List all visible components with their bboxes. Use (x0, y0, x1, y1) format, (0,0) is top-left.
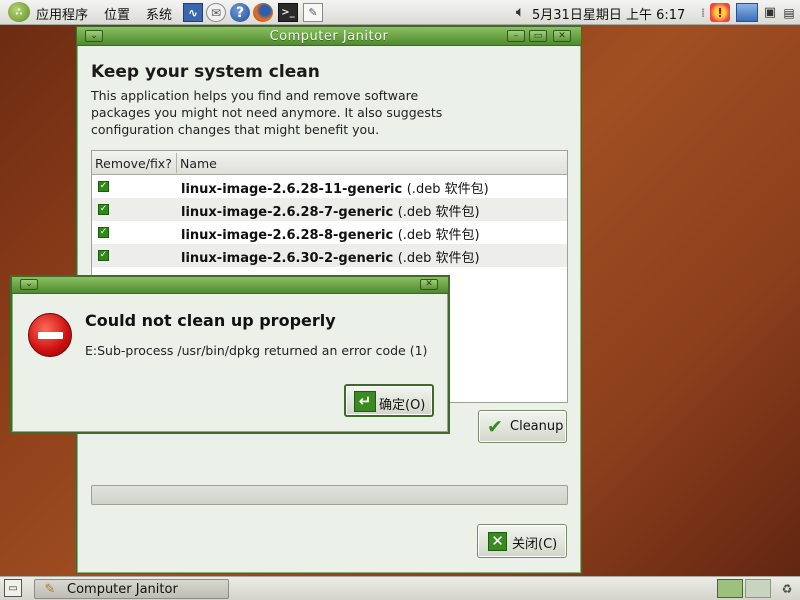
taskbar-label: Computer Janitor (67, 582, 178, 597)
package-type: (.deb 软件包) (397, 205, 480, 220)
package-name: linux-image-2.6.28-11-generic (.deb 软件包) (181, 182, 489, 197)
package-type: (.deb 软件包) (397, 228, 480, 243)
maximize-icon: ▭ (533, 30, 543, 41)
cleanup-button[interactable]: ✔ Cleanup (478, 410, 567, 443)
top-panel: ∴ 应用程序 位置 系统 ∿ ✉ ? >_ ✎ 🔈︎ 5月31日星期日 上午 6… (0, 0, 800, 25)
network-icon[interactable]: ▣ (760, 3, 780, 22)
error-heading: Could not clean up properly (85, 311, 336, 330)
chevron-down-icon: ⌄ (25, 279, 33, 289)
close-label: 关闭(C) (512, 537, 558, 552)
maximize-button[interactable]: ▭ (529, 30, 547, 42)
trash-icon[interactable]: ♻ (778, 579, 796, 598)
window-title: Computer Janitor (269, 29, 389, 44)
mail-icon[interactable]: ✉ (206, 3, 226, 22)
cleanup-label: Cleanup (510, 419, 564, 434)
menu-system[interactable]: 系统 (146, 4, 172, 23)
remove-checkbox[interactable]: ✓ (98, 227, 109, 238)
update-alert-icon[interactable]: ! (710, 3, 730, 22)
minimize-button[interactable]: – (507, 30, 525, 42)
table-row[interactable]: ✓ linux-image-2.6.28-7-generic (.deb 软件包… (92, 198, 567, 221)
dialog-menu-button[interactable]: ⌄ (20, 279, 38, 290)
package-name: linux-image-2.6.28-7-generic (.deb 软件包) (181, 205, 480, 220)
terminal-icon[interactable]: >_ (278, 3, 298, 22)
workspace-2[interactable] (745, 579, 771, 598)
column-header-name[interactable]: Name (180, 156, 217, 171)
dialog-titlebar[interactable]: ⌄ ✕ (12, 277, 448, 294)
menu-places[interactable]: 位置 (104, 4, 130, 23)
page-title: Keep your system clean (91, 62, 320, 82)
checkmark-icon: ✔ (487, 416, 503, 438)
remove-checkbox[interactable]: ✓ (98, 250, 109, 261)
remove-checkbox[interactable]: ✓ (98, 204, 109, 215)
close-button[interactable]: ✕ 关闭(C) (477, 524, 567, 558)
description-text: This application helps you find and remo… (91, 88, 443, 137)
column-divider[interactable] (176, 153, 177, 173)
ok-button[interactable]: ↵ 确定(O) (344, 384, 434, 417)
close-icon: ✕ (488, 532, 507, 551)
minimize-icon: – (513, 30, 519, 41)
progress-bar (91, 485, 568, 505)
close-icon: ✕ (558, 30, 566, 41)
taskbar-item[interactable]: ✎ Computer Janitor (34, 579, 229, 599)
error-message: E:Sub-process /usr/bin/dpkg returned an … (85, 343, 428, 358)
bottom-panel: ▭ ✎ Computer Janitor ♻ (0, 576, 800, 600)
dialog-close-button[interactable]: ✕ (420, 279, 438, 290)
package-name: linux-image-2.6.30-2-generic (.deb 软件包) (181, 251, 480, 266)
package-type: (.deb 软件包) (397, 251, 480, 266)
volume-icon[interactable]: 🔈︎ (510, 3, 530, 22)
enter-icon: ↵ (354, 391, 376, 412)
clock[interactable]: 5月31日星期日 上午 6:17 (532, 4, 685, 23)
table-row[interactable]: ✓ linux-image-2.6.30-2-generic (.deb 软件包… (92, 244, 567, 267)
ok-label: 确定(O) (379, 398, 426, 413)
table-row[interactable]: ✓ linux-image-2.6.28-8-generic (.deb 软件包… (92, 221, 567, 244)
firefox-icon[interactable] (253, 3, 273, 22)
help-icon[interactable]: ? (230, 3, 250, 22)
show-desktop-icon[interactable]: ▭ (4, 579, 22, 597)
table-header: Remove/fix? Name (92, 151, 567, 175)
screenshot-icon[interactable] (736, 3, 758, 22)
package-name: linux-image-2.6.28-8-generic (.deb 软件包) (181, 228, 480, 243)
error-dialog: ⌄ ✕ Could not clean up properly E:Sub-pr… (10, 275, 450, 434)
close-icon: ✕ (425, 279, 433, 289)
main-titlebar[interactable]: ⌄ Computer Janitor – ▭ ✕ (77, 27, 581, 46)
workspace-1[interactable] (717, 579, 743, 598)
error-icon (28, 313, 72, 357)
table-row[interactable]: ✓ linux-image-2.6.28-11-generic (.deb 软件… (92, 175, 567, 198)
gnome-foot-icon[interactable]: ∴ (8, 2, 30, 22)
broom-icon: ✎ (44, 581, 56, 597)
separator: ⁞ (700, 5, 706, 20)
text-editor-icon[interactable]: ✎ (303, 3, 323, 22)
network-monitor-icon[interactable]: ∿ (183, 3, 203, 22)
column-header-remove[interactable]: Remove/fix? (95, 156, 172, 171)
remove-checkbox[interactable]: ✓ (98, 181, 109, 192)
menu-applications[interactable]: 应用程序 (36, 4, 88, 23)
package-type: (.deb 软件包) (406, 182, 489, 197)
close-window-button[interactable]: ✕ (553, 30, 571, 42)
power-icon[interactable]: ▤ (780, 3, 798, 22)
